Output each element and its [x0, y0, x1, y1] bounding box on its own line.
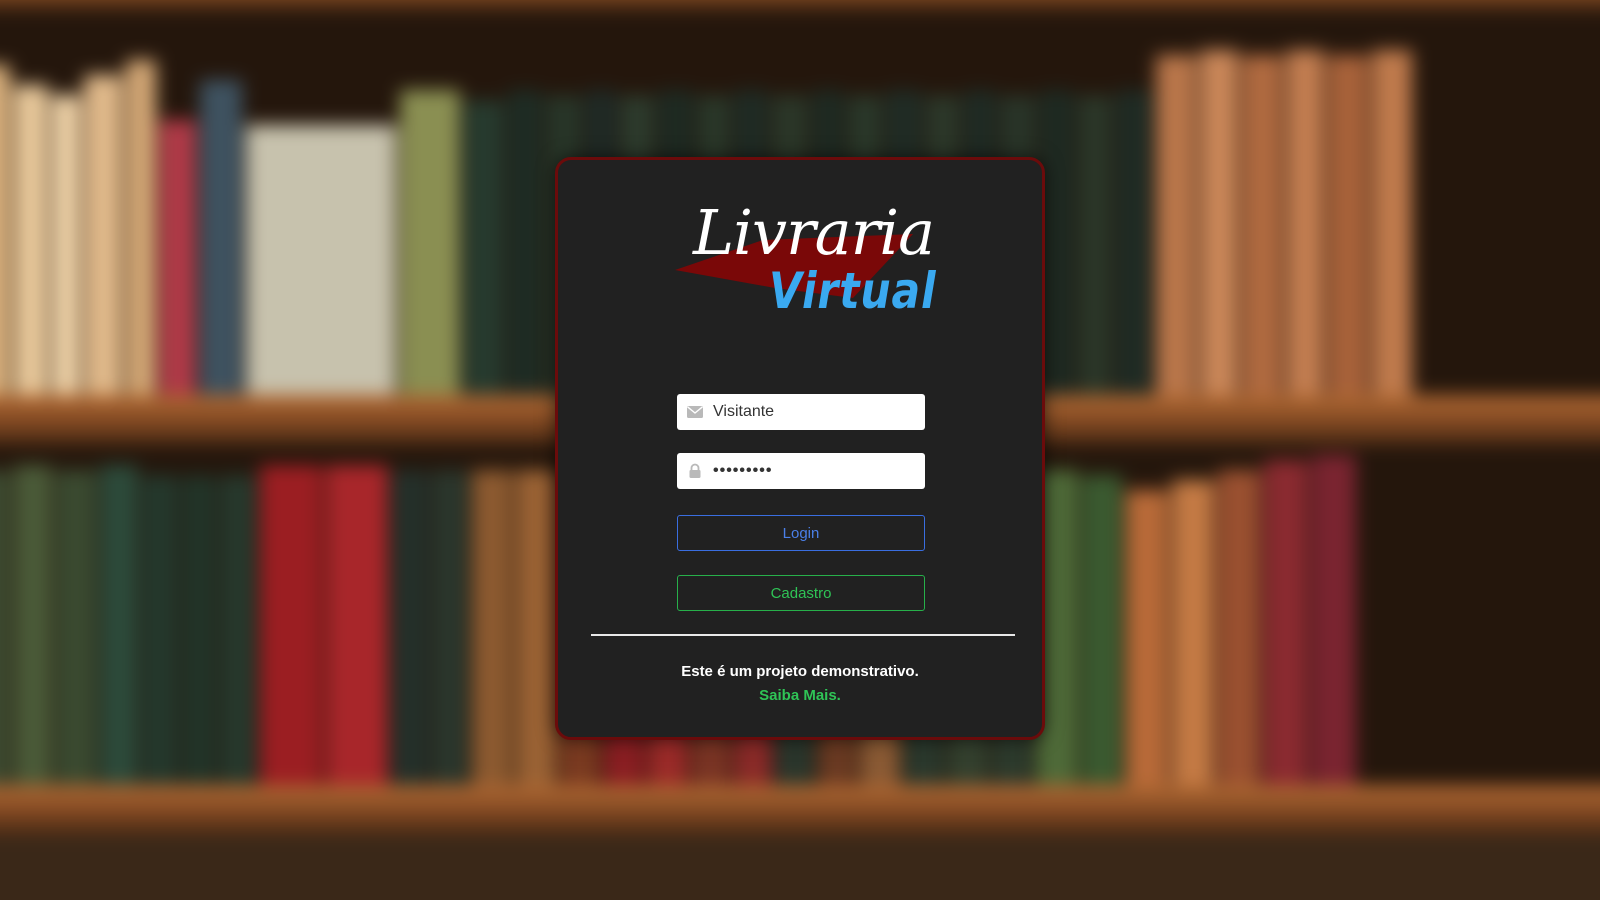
email-input[interactable]: [713, 397, 918, 427]
logo-script-text: Livraria: [693, 196, 935, 269]
livraria-virtual-logo: Livraria Virtual: [675, 188, 937, 328]
login-card: Livraria Virtual Login Cadastro Este é u…: [555, 157, 1045, 740]
logo-bold-text: Virtual: [769, 262, 937, 320]
password-input[interactable]: [713, 456, 918, 486]
lock-icon: [677, 463, 713, 479]
demo-note: Este é um projeto demonstrativo.: [681, 663, 919, 680]
learn-more: Saiba Mais.: [558, 687, 1042, 704]
email-field[interactable]: [677, 394, 925, 430]
learn-more-link[interactable]: Saiba Mais.: [759, 687, 841, 704]
signup-button[interactable]: Cadastro: [677, 575, 925, 611]
envelope-icon: [677, 405, 713, 419]
login-button[interactable]: Login: [677, 515, 925, 551]
divider: [591, 634, 1015, 636]
password-field[interactable]: [677, 453, 925, 489]
